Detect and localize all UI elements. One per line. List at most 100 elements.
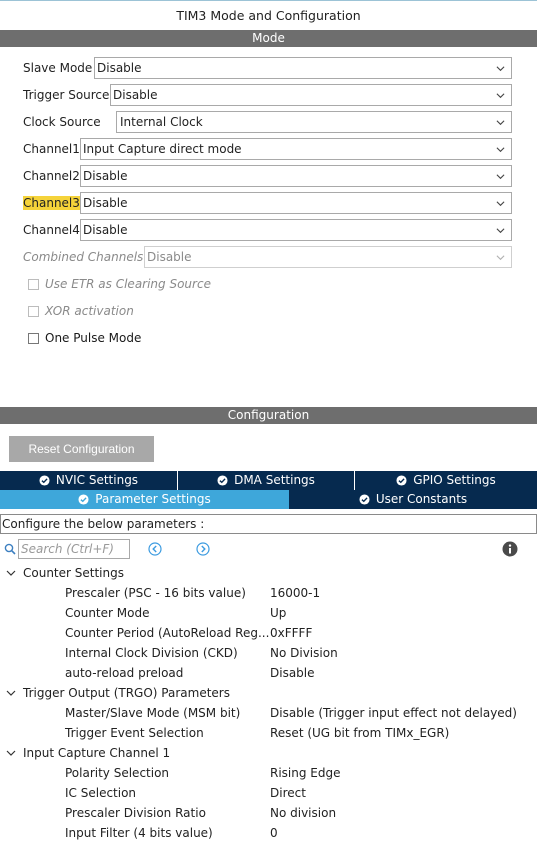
param-value[interactable]: Up [270,603,286,623]
param-value[interactable]: 0xFFFF [270,623,312,643]
group-label: Trigger Output (TRGO) Parameters [23,686,230,700]
info-icon[interactable] [502,541,518,557]
tree-chevron-down-icon [6,570,16,576]
chevron-down-icon [496,228,505,234]
xor-activation-label: XOR activation [45,304,134,318]
search-icon [4,543,16,555]
check-circle-icon [78,494,89,505]
check-circle-icon [396,475,407,486]
param-name: Internal Clock Division (CKD) [65,646,238,660]
param-name: Counter Mode [65,606,150,620]
arrow-right-circle-icon[interactable] [196,542,210,556]
group-counter-settings[interactable]: Counter Settings [6,563,124,583]
param-name: Polarity Selection [65,766,170,780]
mode-row-channel1: Channel1 [23,138,82,160]
tab-parameter-settings[interactable]: Parameter Settings [0,490,289,509]
channel3-label: Channel3 [23,196,82,210]
tab-label: Parameter Settings [95,492,211,506]
channel4-select[interactable]: Disable [80,219,512,241]
param-name: Input Filter (4 bits value) [65,826,213,840]
channel1-value: Input Capture direct mode [83,142,242,156]
mode-row-channel4: Channel4 [23,219,82,241]
chevron-down-icon [496,174,505,180]
mode-row-trigger-source: Trigger Source [23,84,111,106]
mode-row-clock-source: Clock Source [23,111,103,133]
tree-chevron-down-icon [6,750,16,756]
param-value[interactable]: Direct [270,783,306,803]
param-name: Master/Slave Mode (MSM bit) [65,706,241,720]
checkbox-box [28,278,39,290]
tab-gpio-settings[interactable]: GPIO Settings [355,471,537,490]
channel2-value: Disable [83,169,128,183]
checkbox-box[interactable] [28,332,39,344]
slave-mode-select[interactable]: Disable [94,57,512,79]
param-value[interactable]: No division [270,803,336,823]
parameters-description: Configure the below parameters : [0,514,537,534]
channel3-value: Disable [83,196,128,210]
arrow-left-circle-icon[interactable] [148,542,162,556]
param-value[interactable]: No Division [270,643,338,663]
tab-nvic-settings[interactable]: NVIC Settings [0,471,178,490]
clock-source-label: Clock Source [23,115,101,129]
tab-user-constants[interactable]: User Constants [289,490,537,509]
trigger-source-select[interactable]: Disable [110,84,512,106]
reset-configuration-button[interactable]: Reset Configuration [9,436,154,462]
one-pulse-mode-checkbox[interactable]: One Pulse Mode [28,329,141,347]
tab-dma-settings[interactable]: DMA Settings [178,471,355,490]
group-trigger-output[interactable]: Trigger Output (TRGO) Parameters [6,683,230,703]
channel1-select[interactable]: Input Capture direct mode [80,138,512,160]
tab-label: DMA Settings [234,473,315,487]
mode-row-slave-mode: Slave Mode [23,57,94,79]
group-label: Counter Settings [23,566,124,580]
param-value[interactable]: Disable [270,663,315,683]
tab-label: User Constants [375,492,468,506]
combined-channels-value: Disable [147,250,192,264]
slave-mode-label: Slave Mode [23,61,93,75]
param-value[interactable]: Disable (Trigger input effect not delaye… [270,703,517,723]
param-name: Counter Period (AutoReload Reg... [65,626,270,640]
param-value[interactable]: Reset (UG bit from TIMx_EGR) [270,723,449,743]
window-title: TIM3 Mode and Configuration [0,0,537,30]
channel2-label: Channel2 [23,169,80,183]
channel3-select[interactable]: Disable [80,192,512,214]
mode-row-combined-channels: Combined Channels [23,246,145,268]
search-bar: Search (Ctrl+F) [4,539,130,559]
check-circle-icon [359,494,370,505]
clock-source-select[interactable]: Internal Clock [116,111,512,133]
mode-row-channel3: Channel3 [23,192,82,214]
chevron-down-icon [496,201,505,207]
use-etr-checkbox: Use ETR as Clearing Source [28,275,211,293]
trigger-source-value: Disable [113,88,158,102]
configuration-section-header: Configuration [0,407,537,424]
check-circle-icon [39,475,50,486]
chevron-down-icon [496,120,505,126]
chevron-down-icon [496,66,505,72]
channel4-value: Disable [83,223,128,237]
chevron-down-icon [496,93,505,99]
search-input[interactable]: Search (Ctrl+F) [18,539,130,559]
group-input-capture-channel-1[interactable]: Input Capture Channel 1 [6,743,170,763]
checkbox-box [28,305,39,317]
param-value[interactable]: Rising Edge [270,763,341,783]
param-name: Trigger Event Selection [65,726,204,740]
check-circle-icon [217,475,228,486]
param-name: Prescaler Division Ratio [65,806,206,820]
channel2-select[interactable]: Disable [80,165,512,187]
tab-label: GPIO Settings [413,473,496,487]
param-value[interactable]: 16000-1 [270,583,320,603]
combined-channels-label: Combined Channels [23,250,144,264]
xor-activation-checkbox: XOR activation [28,302,134,320]
group-label: Input Capture Channel 1 [23,746,171,760]
channel1-label: Channel1 [23,142,80,156]
mode-section-header: Mode [0,30,537,47]
channel4-label: Channel4 [23,223,80,237]
use-etr-label: Use ETR as Clearing Source [45,277,211,291]
param-name: IC Selection [65,786,137,800]
chevron-down-icon [496,255,505,261]
slave-mode-value: Disable [97,61,142,75]
combined-channels-select: Disable [144,246,512,268]
mode-row-channel2: Channel2 [23,165,82,187]
param-name: Prescaler (PSC - 16 bits value) [65,586,246,600]
chevron-down-icon [496,147,505,153]
param-value[interactable]: 0 [270,823,278,843]
